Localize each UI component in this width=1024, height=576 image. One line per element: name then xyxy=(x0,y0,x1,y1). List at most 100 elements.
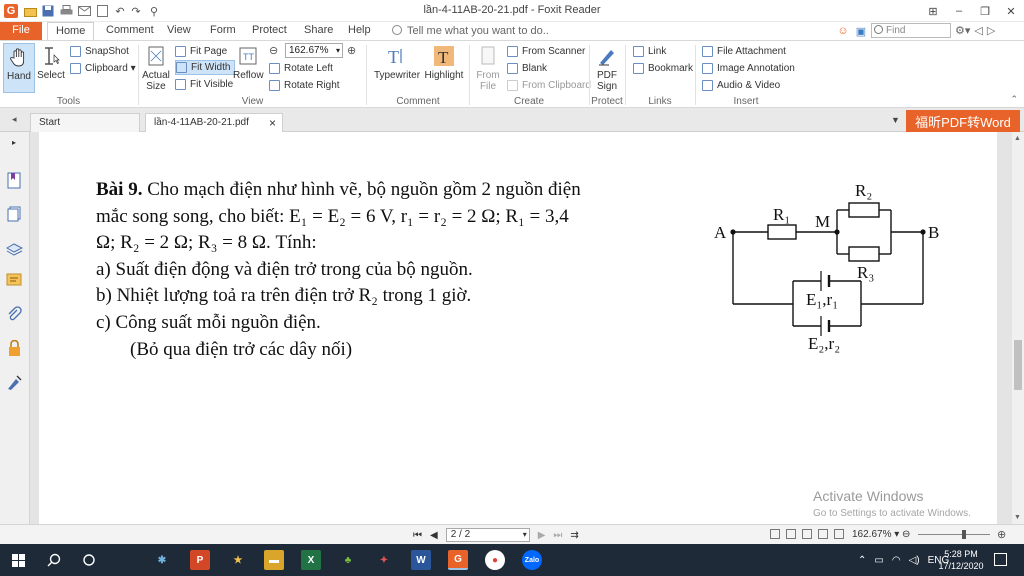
select-tool-button[interactable]: Select xyxy=(37,43,65,93)
scroll-thumb[interactable] xyxy=(1014,340,1022,390)
prev-page-icon[interactable]: ◀ xyxy=(430,530,438,541)
comments-panel-icon[interactable] xyxy=(6,272,23,289)
facing-icon[interactable] xyxy=(802,529,812,539)
fit-page-button[interactable]: Fit Page xyxy=(175,44,227,59)
single-page-icon[interactable] xyxy=(770,529,780,539)
fit-visible-button[interactable]: Fit Visible xyxy=(175,77,233,92)
expand-panel-icon[interactable]: ▸ xyxy=(12,138,16,147)
zoom-out-icon[interactable]: ⊖ xyxy=(269,44,278,57)
zoom-slider-knob[interactable] xyxy=(962,530,966,539)
tab-list-icon[interactable]: ◂ xyxy=(12,114,17,125)
split-icon[interactable] xyxy=(834,529,844,539)
app-icon-2[interactable]: ♣ xyxy=(338,550,358,570)
pages-panel-icon[interactable] xyxy=(6,206,23,223)
windows-start-icon[interactable] xyxy=(12,554,25,567)
star-app-icon[interactable]: ★ xyxy=(228,550,248,570)
tab-file[interactable]: File xyxy=(0,22,42,40)
collapse-ribbon-icon[interactable]: ⌃ xyxy=(1010,94,1018,105)
first-page-icon[interactable]: ⏮ xyxy=(413,530,422,541)
reflow-button[interactable]: TT Reflow xyxy=(233,43,264,93)
tell-me-search[interactable]: Tell me what you want to do.. xyxy=(392,25,549,37)
continuous-facing-icon[interactable] xyxy=(818,529,828,539)
hand-tool-button[interactable]: Hand xyxy=(3,43,35,93)
chrome-icon[interactable]: ● xyxy=(485,550,505,570)
zoom-slider[interactable] xyxy=(918,530,990,539)
goto-icon[interactable]: ⇉ xyxy=(570,530,578,541)
highlight-button[interactable]: T Highlight xyxy=(424,43,464,93)
scroll-up-icon[interactable]: ▲ xyxy=(1014,135,1021,142)
word-icon[interactable]: W xyxy=(411,550,431,570)
fit-width-button[interactable]: Fit Width xyxy=(175,60,236,75)
tab-share[interactable]: Share xyxy=(296,22,341,40)
zoom-in-icon[interactable]: ⊕ xyxy=(347,44,356,57)
smiley-icon[interactable]: ☺ xyxy=(836,24,850,38)
file-attachment-button[interactable]: File Attachment xyxy=(702,44,786,59)
from-clipboard-button[interactable]: From Clipboard xyxy=(507,78,591,93)
prev-result-icon[interactable]: ◁ xyxy=(974,24,982,37)
tab-comment[interactable]: Comment xyxy=(98,22,162,40)
promo-dropdown-icon[interactable]: ▼ xyxy=(891,115,900,125)
last-page-icon[interactable]: ⏭ xyxy=(553,530,562,541)
blank-button[interactable]: Blank xyxy=(507,61,547,76)
task-view-icon[interactable] xyxy=(82,553,96,567)
skin-icon[interactable]: ▣ xyxy=(854,24,868,38)
notification-icon[interactable] xyxy=(994,553,1007,566)
typewriter-button[interactable]: T Typewriter xyxy=(372,43,422,93)
tab-view[interactable]: View xyxy=(159,22,199,40)
excel-icon[interactable]: X xyxy=(301,550,321,570)
document-viewport[interactable]: Bài 9. Cho mạch điện như hình vẽ, bộ ngu… xyxy=(30,132,1012,524)
layers-panel-icon[interactable] xyxy=(6,240,23,257)
volume-icon[interactable]: ◁) xyxy=(909,555,920,566)
signature-panel-icon[interactable] xyxy=(6,374,23,391)
from-file-button[interactable]: From File xyxy=(473,43,503,93)
clock[interactable]: 5:28 PM 17/12/2020 xyxy=(936,548,986,572)
app-icon-1[interactable]: ✱ xyxy=(152,550,172,570)
wifi-icon[interactable]: ◠ xyxy=(892,555,901,566)
snapshot-button[interactable]: SnapShot xyxy=(70,44,129,59)
scroll-down-icon[interactable]: ▼ xyxy=(1014,514,1021,521)
link-button[interactable]: Link xyxy=(633,44,666,59)
close-button[interactable]: ✕ xyxy=(998,0,1024,22)
minimize-button[interactable]: – xyxy=(946,0,972,22)
tab-help[interactable]: Help xyxy=(340,22,379,40)
pdf-sign-button[interactable]: PDF Sign xyxy=(592,43,622,93)
vertical-scrollbar[interactable]: ▲ ▼ xyxy=(1012,132,1024,524)
powerpoint-icon[interactable]: P xyxy=(190,550,210,570)
close-tab-icon[interactable]: × xyxy=(269,116,276,130)
bookmark-button[interactable]: Bookmark xyxy=(633,61,693,76)
foxit-taskbar-icon[interactable]: G xyxy=(448,550,468,570)
find-input[interactable]: Find xyxy=(871,23,951,38)
page-number-input[interactable]: 2 / 2 ▾ xyxy=(445,528,530,542)
tab-home[interactable]: Home xyxy=(47,22,95,41)
app-icon-3[interactable]: ✦ xyxy=(374,550,394,570)
from-scanner-button[interactable]: From Scanner xyxy=(507,44,585,59)
promo-banner[interactable]: 福昕PDF转Word xyxy=(906,110,1020,132)
search-icon[interactable] xyxy=(47,553,61,567)
clipboard-button[interactable]: Clipboard ▾ xyxy=(70,61,136,76)
doctab-start[interactable]: Start xyxy=(30,113,140,132)
continuous-icon[interactable] xyxy=(786,529,796,539)
lock-icon[interactable] xyxy=(6,340,23,357)
next-result-icon[interactable]: ▷ xyxy=(987,24,995,37)
zalo-icon[interactable]: Zalo xyxy=(522,550,542,570)
zoom-combo[interactable]: 162.67% ▾ xyxy=(285,43,343,58)
file-explorer-icon[interactable]: ▬ xyxy=(264,550,284,570)
tab-protect[interactable]: Protect xyxy=(244,22,295,40)
zoom-level[interactable]: 162.67% ▾ ⊖ xyxy=(852,529,910,540)
ribbon-display-icon[interactable]: ⊞ xyxy=(920,0,946,22)
next-page-icon[interactable]: ▶ xyxy=(538,530,546,541)
zoom-in-status-icon[interactable]: ⊕ xyxy=(997,528,1006,541)
tray-expand-icon[interactable]: ⌃ xyxy=(858,555,866,566)
gear-icon[interactable]: ⚙▾ xyxy=(955,24,970,37)
network-icon[interactable]: ▭ xyxy=(874,555,883,566)
rotate-right-button[interactable]: Rotate Right xyxy=(269,78,340,93)
restore-button[interactable]: ❐ xyxy=(972,0,998,22)
rotate-left-button[interactable]: Rotate Left xyxy=(269,61,333,76)
bookmark-panel-icon[interactable] xyxy=(6,172,23,189)
audio-video-button[interactable]: Audio & Video xyxy=(702,78,780,93)
tab-form[interactable]: Form xyxy=(202,22,244,40)
image-annotation-button[interactable]: Image Annotation xyxy=(702,61,795,76)
doctab-file[interactable]: lần-4-11AB-20-21.pdf × xyxy=(145,113,283,132)
actual-size-button[interactable]: Actual Size xyxy=(141,43,171,93)
attachments-panel-icon[interactable] xyxy=(6,306,23,323)
